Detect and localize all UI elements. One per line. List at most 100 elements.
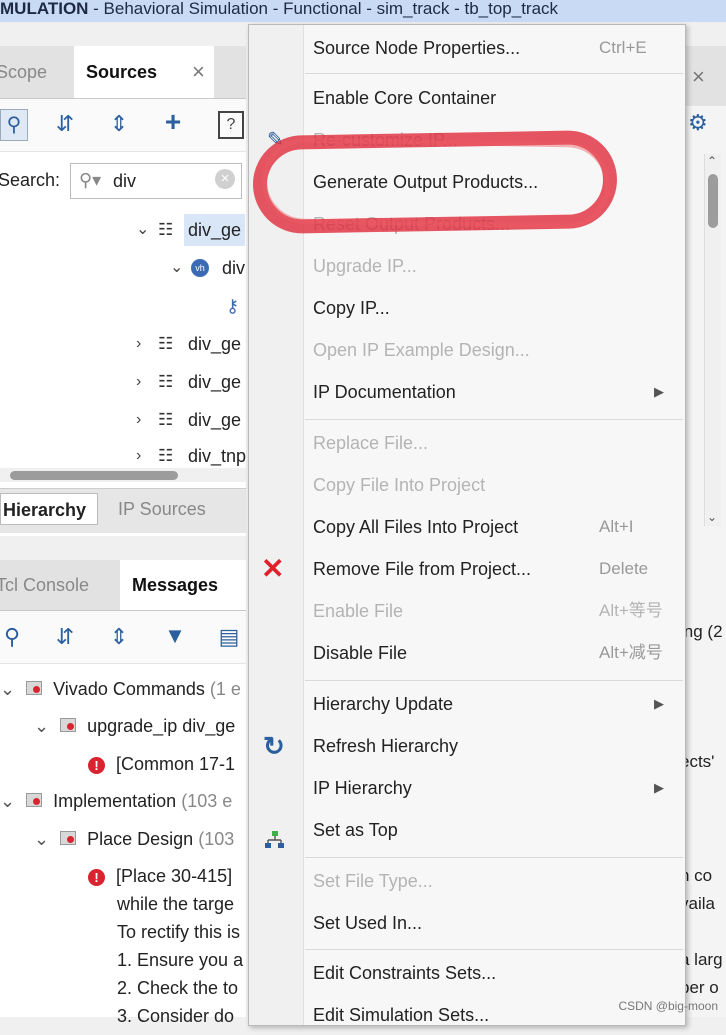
menu-item-ip-hierarchy[interactable]: IP Hierarchy ▶ <box>303 768 685 808</box>
menu-item-label: IP Documentation <box>313 382 456 402</box>
title-text: - Behavioral Simulation - Functional - s… <box>88 0 559 18</box>
message-count: (1 e <box>209 679 241 699</box>
tree-row[interactable]: › ☷ div_ge <box>0 364 246 400</box>
scrollbar-thumb[interactable] <box>10 471 178 480</box>
key-icon: ⚷ <box>226 296 240 316</box>
menu-item-refresh-hierarchy[interactable]: ↻ Refresh Hierarchy <box>263 726 685 766</box>
vhdl-file-icon: vh <box>191 259 209 277</box>
search-icon[interactable]: ⚲ <box>0 623 24 651</box>
message-group[interactable]: ⌄ Vivado Commands (1 e <box>0 676 241 702</box>
clear-icon[interactable]: × <box>215 169 235 189</box>
sources-pane: Scope Sources × ⚲ ⇵ ⇕ + ? Search: ⚲▾ div… <box>0 46 246 536</box>
message-text: Vivado Commands <box>53 679 205 699</box>
menu-item-label: Edit Simulation Sets... <box>313 1005 490 1025</box>
message-count: (103 <box>198 829 235 849</box>
close-icon[interactable]: × <box>192 46 205 98</box>
chevron-down-icon[interactable]: ⌄ <box>34 716 49 736</box>
message-text: upgrade_ip div_ge <box>87 716 236 736</box>
menu-item-shortcut: Alt+I <box>599 517 634 536</box>
chevron-down-icon[interactable]: ⌄ <box>0 679 15 699</box>
menu-item-copy-all-files-into-project[interactable]: Copy All Files Into Project Alt+I <box>303 507 685 547</box>
message-item[interactable]: ! [Place 30-415] <box>88 863 232 889</box>
scrollbar-thumb[interactable] <box>708 174 718 228</box>
collapse-all-icon[interactable]: ⇵ <box>52 623 78 651</box>
menu-item-label: Replace File... <box>313 433 429 453</box>
tab-messages[interactable]: Messages <box>120 560 246 610</box>
watermark: CSDN @big-moon <box>618 999 718 1013</box>
menu-item-set-as-top[interactable]: Set as Top <box>265 810 685 850</box>
message-group[interactable]: ⌄ Implementation (103 e <box>0 788 232 814</box>
menu-item-replace-file[interactable]: Replace File... <box>303 423 685 463</box>
submenu-arrow-icon: ▶ <box>654 696 664 711</box>
tree-row[interactable]: ⚷ <box>0 288 246 324</box>
message-group[interactable]: ⌄ Place Design (103 <box>34 826 234 852</box>
chevron-right-icon[interactable]: › <box>136 326 141 362</box>
tree-row[interactable]: ⌄ vh div <box>0 250 246 286</box>
message-text: [Place 30-415] <box>116 866 233 886</box>
menu-item-edit-constraints-sets[interactable]: Edit Constraints Sets... <box>303 953 685 993</box>
menu-separator <box>305 419 683 420</box>
menu-item-set-used-in[interactable]: Set Used In... <box>303 903 685 943</box>
search-icon[interactable]: ⚲ <box>0 109 28 141</box>
message-group[interactable]: ⌄ upgrade_ip div_ge <box>34 713 235 739</box>
menu-item-open-ip-example-design[interactable]: Open IP Example Design... <box>303 330 685 370</box>
menu-item-set-file-type[interactable]: Set File Type... <box>303 861 685 901</box>
chevron-down-icon[interactable]: ⌄ <box>170 250 183 286</box>
tree-row[interactable]: › ☷ div_ge <box>0 402 246 438</box>
tree-row[interactable]: ⌄ ☷ div_ge <box>0 212 246 248</box>
message-text: [Common 17-1 <box>116 754 236 774</box>
menu-item-label: Copy IP... <box>313 298 390 318</box>
hierarchy-tree-icon <box>265 822 285 848</box>
message-text: Place Design <box>87 829 194 849</box>
scroll-up-icon[interactable]: ⌃ <box>707 154 717 168</box>
chevron-down-icon[interactable]: ⌄ <box>0 791 15 811</box>
expand-all-icon[interactable]: ⇕ <box>106 623 132 651</box>
menu-item-copy-ip[interactable]: Copy IP... <box>303 288 685 328</box>
menu-item-hierarchy-update[interactable]: Hierarchy Update ▶ <box>303 684 685 724</box>
menu-item-label: Open IP Example Design... <box>313 340 530 360</box>
chevron-down-icon[interactable]: ⌄ <box>136 212 149 248</box>
menu-item-remove-file-from-project[interactable]: ✕ Remove File from Project... Delete <box>261 549 685 589</box>
search-input[interactable]: div <box>113 171 136 192</box>
tab-scope[interactable]: Scope <box>0 46 72 98</box>
menu-item-enable-file[interactable]: Enable File Alt+等号 <box>303 591 685 631</box>
tree-row[interactable]: › ☷ div_ge <box>0 326 246 362</box>
add-sources-icon[interactable]: + <box>160 107 186 137</box>
tab-ip-sources[interactable]: IP Sources <box>118 493 206 525</box>
chevron-right-icon[interactable]: › <box>136 402 141 438</box>
sources-bottom-tabs: Hierarchy IP Sources <box>0 488 246 533</box>
chevron-down-icon[interactable]: ⌄ <box>34 829 49 849</box>
help-icon[interactable]: ? <box>218 111 244 139</box>
menu-item-label: Set as Top <box>313 820 398 840</box>
tab-sources[interactable]: Sources × <box>74 46 214 98</box>
menu-item-label: Copy All Files Into Project <box>313 517 519 537</box>
filter-icon[interactable]: ▼ <box>160 621 190 651</box>
message-text: 1. Ensure you a <box>117 950 244 970</box>
tab-tcl-console[interactable]: Tcl Console <box>0 560 120 610</box>
menu-item-upgrade-ip[interactable]: Upgrade IP... <box>303 246 685 286</box>
tree-label: div_ge <box>188 334 242 354</box>
messages-tab-row: Tcl Console Messages <box>0 560 246 611</box>
menu-item-source-node-properties[interactable]: Source Node Properties... Ctrl+E <box>303 28 685 68</box>
expand-all-icon[interactable]: ⇕ <box>106 109 132 139</box>
menu-item-label: Source Node Properties... <box>313 38 521 58</box>
menu-item-label: Edit Constraints Sets... <box>313 963 497 983</box>
vertical-scrollbar[interactable]: ⌃ ⌄ <box>704 154 721 526</box>
search-field[interactable]: ⚲▾ div × <box>70 163 242 199</box>
menu-separator <box>305 73 683 74</box>
horizontal-scrollbar[interactable] <box>0 468 246 482</box>
tree-label: div_ge <box>188 372 242 392</box>
menu-item-ip-documentation[interactable]: IP Documentation ▶ <box>303 372 685 412</box>
chevron-right-icon[interactable]: › <box>136 364 141 400</box>
message-icon[interactable]: ▤ <box>216 623 242 651</box>
message-item[interactable]: ! [Common 17-1 <box>88 751 235 777</box>
gear-icon[interactable]: ⚙ <box>688 110 708 136</box>
collapse-all-icon[interactable]: ⇵ <box>52 109 78 139</box>
menu-item-disable-file[interactable]: Disable File Alt+减号 <box>303 633 685 673</box>
scroll-down-icon[interactable]: ⌄ <box>707 510 717 524</box>
close-icon[interactable]: × <box>692 64 705 90</box>
menu-item-enable-core-container[interactable]: Enable Core Container <box>303 78 685 118</box>
menu-item-copy-file-into-project[interactable]: Copy File Into Project <box>303 465 685 505</box>
tab-hierarchy[interactable]: Hierarchy <box>0 493 98 525</box>
menu-item-label: IP Hierarchy <box>313 778 412 798</box>
